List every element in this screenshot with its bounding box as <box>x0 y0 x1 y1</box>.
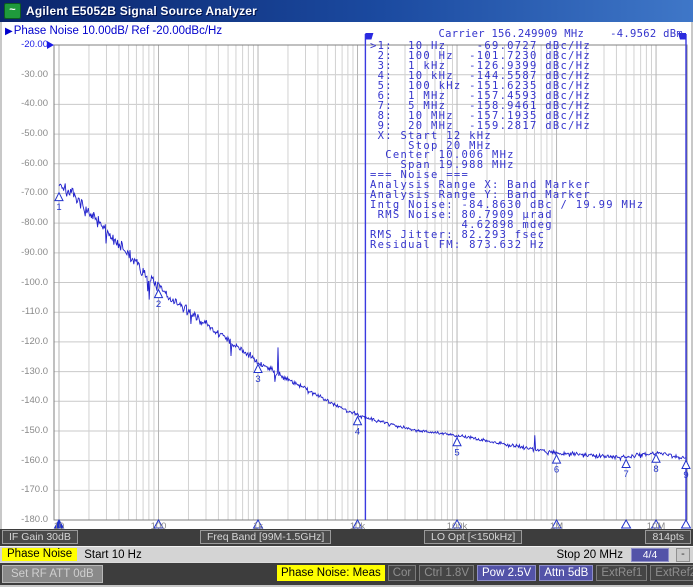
y-tick-label: -90.00 <box>2 247 48 259</box>
instrument-window: ~ Agilent E5052B Signal Source Analyzer … <box>0 0 693 587</box>
status-indicator-group: Phase Noise: Meas CorCtrl 1.8VPow 2.5VAt… <box>277 565 693 583</box>
marker-triangle-icon <box>155 290 163 298</box>
lo-opt-indicator[interactable]: LO Opt [<150kHz] <box>424 530 522 544</box>
marker-number: 1 <box>56 202 61 213</box>
freq-band-indicator[interactable]: Freq Band [99M-1.5GHz] <box>200 530 331 544</box>
marker-triangle-icon <box>652 454 660 462</box>
y-tick-label: -30.00 <box>2 69 48 81</box>
carrier-frequency: Carrier 156.249909 MHz <box>438 28 584 40</box>
x-tick-label: 100k <box>440 521 474 529</box>
marker-triangle-icon <box>254 364 262 372</box>
y-tick-label: -60.00 <box>2 158 48 170</box>
x-tick-label: 10M <box>639 521 673 529</box>
marker-number: 9 <box>683 470 688 481</box>
collapse-button[interactable]: - <box>676 548 690 562</box>
status-indicator-extref2: ExtRef2 <box>650 565 693 581</box>
marker-triangle-icon <box>453 438 461 446</box>
y-tick-label: -170.0 <box>2 484 48 496</box>
marker-triangle-icon <box>553 455 561 463</box>
marker-number: 7 <box>623 469 628 480</box>
y-tick-label: -70.00 <box>2 187 48 199</box>
x-tick-label: 10 <box>42 521 76 529</box>
x-tick-label: 1k <box>241 521 275 529</box>
band-marker-flag-icon <box>365 33 373 40</box>
trace-select-arrow-icon: ▶ <box>5 26 13 37</box>
meas-status-badge: Phase Noise: Meas <box>277 565 385 581</box>
y-tick-label: -160.0 <box>2 455 48 467</box>
status-indicator-cor: Cor <box>388 565 417 581</box>
sweep-stop-label: Stop 20 MHz <box>557 549 623 561</box>
measurement-status-bar: IF Gain 30dB Freq Band [99M-1.5GHz] LO O… <box>0 529 693 546</box>
y-tick-label: -20.00 <box>2 39 48 51</box>
sweep-start-label: Start 10 Hz <box>84 549 142 561</box>
y-tick-label: -140.0 <box>2 395 48 407</box>
x-tick-label: 1M <box>540 521 574 529</box>
marker-number: 5 <box>454 447 459 458</box>
marker-number: 6 <box>554 465 559 476</box>
y-tick-label: -50.00 <box>2 128 48 140</box>
x-tick-label: 100 <box>142 521 176 529</box>
y-tick-label: -120.0 <box>2 336 48 348</box>
instrument-status-bar: Set RF ATT 0dB Phase Noise: Meas CorCtrl… <box>0 562 693 587</box>
marker-readout: >1: 10 Hz -69.0727 dBc/Hz 2: 100 Hz -101… <box>370 42 644 251</box>
rf-att-indicator[interactable]: Set RF ATT 0dB <box>2 565 103 583</box>
marker-number: 4 <box>355 426 360 437</box>
axis-marker-triangle-icon <box>682 520 691 528</box>
ref-level-arrow-icon[interactable] <box>47 41 54 49</box>
marker-number: 2 <box>156 299 161 310</box>
status-indicator-ctrl: Ctrl 1.8V <box>419 565 474 581</box>
window-title: Agilent E5052B Signal Source Analyzer <box>26 4 257 18</box>
trace-scale-label: Phase Noise 10.00dB/ Ref -20.00dBc/Hz <box>14 25 222 37</box>
mode-badge[interactable]: Phase Noise <box>2 548 77 561</box>
app-icon: ~ <box>4 3 21 19</box>
x-tick-label: 10k <box>341 521 375 529</box>
sweep-status-bar: Phase Noise Start 10 Hz Stop 20 MHz 4/4 … <box>0 546 693 562</box>
carrier-readout: Carrier 156.249909 MHz -4.9562 dBm <box>438 28 683 40</box>
marker-triangle-icon <box>354 417 362 425</box>
y-tick-label: -150.0 <box>2 425 48 437</box>
marker-number: 8 <box>653 464 658 475</box>
y-tick-label: -110.0 <box>2 306 48 318</box>
window-titlebar[interactable]: ~ Agilent E5052B Signal Source Analyzer <box>0 0 693 22</box>
if-gain-indicator[interactable]: IF Gain 30dB <box>2 530 78 544</box>
y-tick-label: -40.00 <box>2 98 48 110</box>
carrier-power: -4.9562 dBm <box>610 28 683 40</box>
y-tick-label: -130.0 <box>2 366 48 378</box>
page-indicator[interactable]: 4/4 <box>631 548 669 562</box>
points-indicator: 814pts <box>645 530 691 544</box>
y-tick-label: -100.0 <box>2 277 48 289</box>
status-indicator-pow: Pow 2.5V <box>477 565 536 581</box>
marker-triangle-icon <box>682 460 690 468</box>
status-indicator-attn: Attn 5dB <box>539 565 593 581</box>
marker-number: 3 <box>255 374 260 385</box>
axis-marker-triangle-icon <box>622 520 631 528</box>
trace-header[interactable]: ▶Phase Noise 10.00dB/ Ref -20.00dBc/Hz <box>5 25 222 37</box>
y-tick-label: -80.00 <box>2 217 48 229</box>
status-indicator-extref1: ExtRef1 <box>596 565 647 581</box>
measurement-screen: 1 2 3 4 5 6 7 8 9 ▶Phase Noise 10.00dB/ Ref -20.… <box>0 22 693 529</box>
